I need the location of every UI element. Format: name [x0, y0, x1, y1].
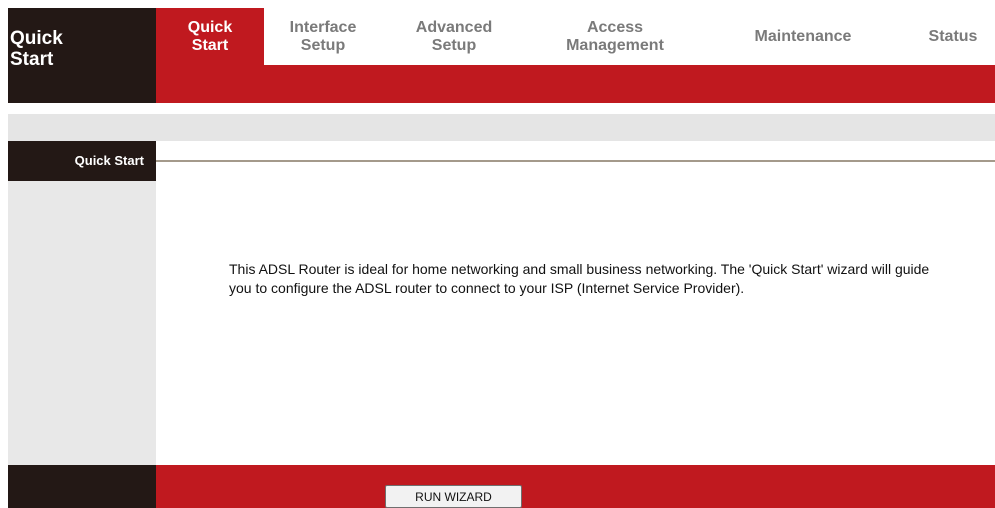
footer-bar [156, 465, 995, 508]
app-title: Quick Start [10, 28, 63, 70]
section-divider [156, 160, 995, 162]
quick-start-description: This ADSL Router is ideal for home netwo… [229, 261, 930, 296]
nav-tab-maintenance[interactable]: Maintenance [733, 8, 873, 65]
top-nav-subbar [156, 65, 995, 103]
section-title: Quick Start [74, 153, 144, 168]
footer-left-block [8, 465, 156, 508]
nav-tab-status[interactable]: Status [911, 8, 995, 65]
nav-tab-quick-start[interactable]: Quick Start [156, 8, 264, 65]
nav-tab-advanced-setup[interactable]: Advanced Setup [395, 8, 513, 65]
nav-tab-interface-setup[interactable]: Interface Setup [264, 8, 382, 65]
app-title-block: Quick Start [8, 8, 156, 103]
run-wizard-button[interactable]: RUN WIZARD [385, 485, 522, 508]
sub-nav-bar [8, 114, 995, 141]
nav-tab-access-management[interactable]: Access Management [545, 8, 685, 65]
left-sidebar-panel [8, 181, 156, 465]
